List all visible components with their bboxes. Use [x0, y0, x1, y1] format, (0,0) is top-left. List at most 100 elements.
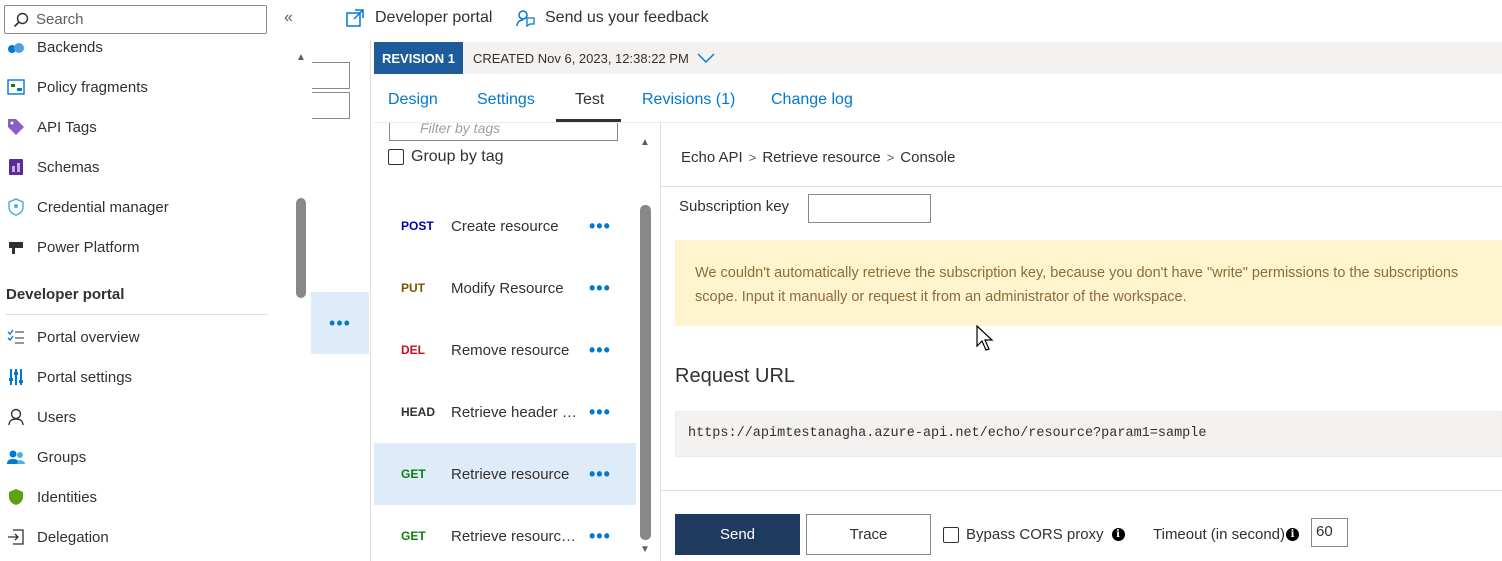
sidebar-scrollbar[interactable]: [296, 198, 306, 298]
operation-item[interactable]: POST Create resource •••: [374, 195, 636, 257]
more-options-button[interactable]: •••: [589, 526, 611, 547]
revision-bar: REVISION 1 CREATED Nov 6, 2023, 12:38:22…: [374, 42, 1502, 74]
sidebar-item-label: Portal overview: [37, 328, 140, 346]
info-icon[interactable]: i: [1111, 528, 1125, 541]
operations-list: Filter by tags Group by tag POST Create …: [374, 123, 654, 561]
trace-button[interactable]: Trace: [806, 514, 931, 555]
feedback-icon: [516, 10, 535, 28]
more-options-button[interactable]: •••: [589, 216, 611, 237]
sidebar-item-label: Backends: [37, 38, 103, 56]
tab-revisions[interactable]: Revisions (1): [642, 91, 735, 109]
breadcrumb-item[interactable]: Retrieve resource: [762, 149, 880, 166]
request-url-value: https://apimtestanagha.azure-api.net/ech…: [675, 411, 1502, 457]
sidebar-item-portal-settings[interactable]: Portal settings: [0, 359, 290, 395]
sidebar-item-power-platform[interactable]: Power Platform: [0, 229, 290, 265]
http-verb: GET: [401, 529, 426, 543]
sidebar-item-backends[interactable]: Backends: [0, 36, 290, 65]
sliver-input-2[interactable]: [312, 92, 350, 119]
group-by-tag-checkbox[interactable]: Group by tag: [388, 148, 504, 166]
http-verb: HEAD: [401, 405, 436, 419]
revision-created: CREATED Nov 6, 2023, 12:38:22 PM: [472, 50, 689, 66]
developer-portal-label: Developer portal: [375, 9, 493, 26]
operation-name: Remove resource: [451, 341, 570, 359]
sidebar-item-policy-fragments[interactable]: Policy fragments: [0, 69, 290, 105]
sidebar-item-delegation[interactable]: Delegation: [0, 519, 290, 555]
operation-item-selected[interactable]: GET Retrieve resource •••: [374, 443, 636, 505]
tab-settings[interactable]: Settings: [477, 91, 535, 109]
search-placeholder: Search: [36, 11, 84, 28]
more-options-button[interactable]: •••: [589, 464, 611, 485]
info-icon[interactable]: i: [1286, 528, 1299, 541]
mouse-cursor-icon: [976, 324, 994, 356]
sidebar-item-label: API Tags: [37, 118, 97, 136]
operation-name: Modify Resource: [451, 279, 564, 297]
sidebar: Backends Policy fragments API Tags Schem…: [0, 36, 295, 561]
more-options-button[interactable]: •••: [589, 402, 611, 423]
timeout-label: Timeout (in second): [1153, 526, 1285, 543]
sliders-icon: [6, 367, 26, 387]
sidebar-item-label: Policy fragments: [37, 78, 148, 96]
search-icon: [13, 12, 29, 28]
sidebar-item-label: Schemas: [37, 158, 100, 176]
operation-item[interactable]: PUT Modify Resource •••: [374, 257, 636, 319]
developer-portal-link[interactable]: Developer portal: [345, 8, 492, 28]
sidebar-item-schemas[interactable]: Schemas: [0, 149, 290, 185]
checkbox[interactable]: [388, 149, 404, 165]
sidebar-item-identities[interactable]: Identities: [0, 479, 290, 515]
operation-item[interactable]: HEAD Retrieve header only •••: [374, 381, 636, 443]
subscription-key-input[interactable]: [808, 194, 931, 223]
sidebar-item-portal-overview[interactable]: Portal overview: [0, 319, 290, 355]
bypass-cors-label: Bypass CORS proxy: [966, 526, 1104, 543]
credential-icon: [6, 197, 26, 217]
http-verb: POST: [401, 219, 434, 233]
bypass-cors-checkbox[interactable]: Bypass CORS proxy i: [943, 526, 1125, 543]
operation-item[interactable]: GET Retrieve resource (cached) •••: [374, 505, 636, 561]
schemas-icon: [6, 157, 26, 177]
power-platform-icon: [6, 237, 26, 257]
tag-icon: [6, 117, 26, 137]
external-link-icon: [346, 9, 364, 27]
chevron-down-icon[interactable]: [697, 51, 715, 66]
http-verb: PUT: [401, 281, 425, 295]
more-options-button[interactable]: •••: [589, 278, 611, 299]
list-check-icon: [6, 327, 26, 347]
shield-icon: [6, 487, 26, 507]
revision-badge[interactable]: REVISION 1: [374, 42, 463, 74]
tab-design[interactable]: Design: [388, 91, 438, 109]
timeout-control: Timeout (in second) i: [1153, 526, 1299, 543]
operation-name: Retrieve header only: [451, 403, 581, 421]
operation-name: Retrieve resource: [451, 465, 570, 483]
console-footer-divider: [661, 490, 1502, 491]
filter-by-tags-input[interactable]: Filter by tags: [389, 123, 618, 141]
operation-name: Create resource: [451, 217, 559, 235]
http-verb: GET: [401, 467, 426, 481]
sidebar-scroll-up-arrow[interactable]: ▲: [296, 52, 306, 63]
list-scroll-up-arrow[interactable]: ▲: [640, 137, 650, 148]
sliver-input-1[interactable]: [312, 62, 350, 89]
operation-item[interactable]: DEL Remove resource •••: [374, 319, 636, 381]
checkbox[interactable]: [943, 526, 959, 543]
list-scroll-down-arrow[interactable]: ▼: [640, 544, 650, 555]
sidebar-item-credential-manager[interactable]: Credential manager: [0, 189, 290, 225]
feedback-link[interactable]: Send us your feedback: [515, 8, 709, 28]
more-options-button[interactable]: •••: [589, 340, 611, 361]
selected-api-more-button[interactable]: •••: [311, 292, 369, 354]
sidebar-item-label: Portal settings: [37, 368, 133, 386]
search-input[interactable]: Search: [4, 5, 267, 34]
sidebar-item-label: Power Platform: [37, 238, 140, 256]
collapse-sidebar-button[interactable]: «: [284, 9, 293, 27]
sidebar-item-users[interactable]: Users: [0, 399, 290, 435]
timeout-input[interactable]: 60: [1311, 518, 1348, 547]
list-scrollbar[interactable]: [640, 205, 651, 540]
tab-change-log[interactable]: Change log: [771, 91, 853, 109]
breadcrumb-item[interactable]: Echo API: [681, 149, 743, 166]
sidebar-item-api-tags[interactable]: API Tags: [0, 109, 290, 145]
tab-test[interactable]: Test: [575, 91, 604, 109]
breadcrumb-separator: >: [886, 150, 895, 165]
sidebar-item-groups[interactable]: Groups: [0, 439, 290, 475]
send-button[interactable]: Send: [675, 514, 800, 555]
section-divider: [6, 314, 268, 315]
http-verb: DEL: [401, 343, 425, 357]
backends-icon: [6, 37, 26, 57]
feedback-label: Send us your feedback: [545, 9, 709, 26]
